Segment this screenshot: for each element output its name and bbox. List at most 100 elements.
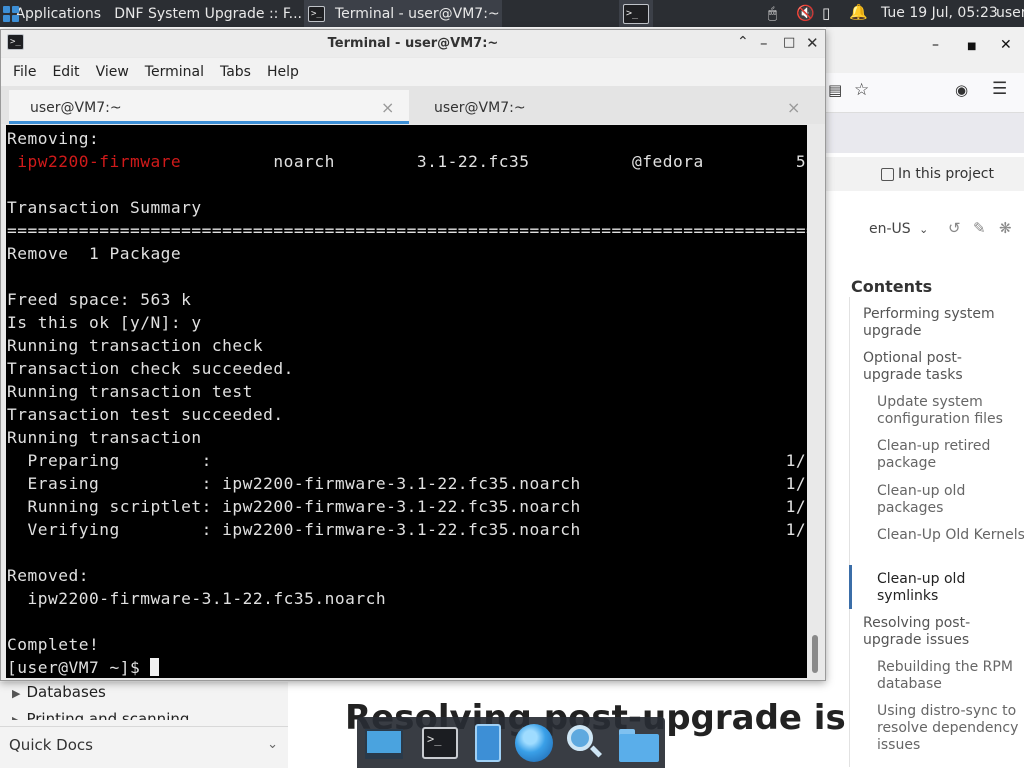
minimize-icon[interactable]: – [932, 37, 939, 53]
sidebar-item-label: Databases [26, 683, 106, 701]
scrollbar-thumb[interactable] [812, 635, 818, 673]
toc-item[interactable]: Performing system upgrade [863, 306, 1013, 340]
volume-muted-icon[interactable]: 🔇 [796, 4, 815, 22]
terminal-output[interactable]: Removing: ipw2200-firmware noarch 3.1-22… [6, 125, 807, 678]
clock[interactable]: Tue 19 Jul, 05:23 [881, 5, 998, 21]
terminal-tabbar: user@VM7:~ × user@VM7:~ × [1, 86, 825, 124]
maximize-icon[interactable]: □ [783, 35, 795, 50]
toc-item[interactable]: Rebuilding the RPM database [877, 659, 1024, 693]
close-icon[interactable]: ✕ [1000, 37, 1012, 53]
terminal-menubar: File Edit View Terminal Tabs Help [1, 58, 825, 86]
terminal-line: ipw2200-firmware-3.1-22.fc35.noarch [7, 589, 387, 608]
taskbar-item-label: DNF System Upgrade :: F... [114, 5, 302, 22]
edit-icon[interactable]: ✎ [973, 219, 986, 237]
in-project-checkbox[interactable]: In this project [826, 157, 1024, 191]
web-browser-icon[interactable] [513, 723, 553, 763]
toc-item[interactable]: Optional post-upgrade tasks [863, 350, 1013, 384]
menu-icon[interactable]: ☰ [992, 79, 1007, 99]
toc-item[interactable]: Resolving post-upgrade issues [863, 615, 1013, 649]
sidebar-item-databases[interactable]: ▶ Databases [12, 683, 106, 701]
history-icon[interactable]: ↺ [948, 219, 961, 237]
network-icon[interactable]: 🖱 [768, 4, 777, 22]
show-desktop-icon[interactable] [363, 723, 403, 763]
taskbar-item-firefox[interactable]: DNF System Upgrade :: F... [104, 0, 302, 27]
firefox-titlebar: – ■ ✕ [826, 27, 1024, 73]
toc-item[interactable]: Using distro-sync to resolve dependency … [877, 703, 1024, 754]
close-tab-icon[interactable]: × [787, 98, 800, 117]
terminal-line: Transaction test succeeded. [7, 405, 284, 424]
bug-icon[interactable]: ❋ [999, 219, 1012, 237]
close-icon[interactable]: ✕ [806, 34, 819, 52]
toc-item[interactable]: Clean-up retired package [877, 438, 1024, 472]
notification-bell-icon[interactable]: 🔔 [849, 3, 868, 21]
terminal-tab[interactable]: user@VM7:~ × [411, 90, 811, 124]
terminal-launcher-icon[interactable]: >_ [419, 723, 459, 763]
terminal-titlebar[interactable]: >_ Terminal - user@VM7:~ ⌃ – □ ✕ [1, 30, 825, 57]
terminal-line: Complete! [7, 635, 100, 654]
file-manager-panel-icon[interactable] [467, 723, 507, 763]
contents-title: Contents [851, 277, 933, 296]
terminal-line: Running scriptlet: ipw2200-firmware-3.1-… [7, 497, 807, 516]
taskbar-item-terminal[interactable]: >_ Terminal - user@VM7:~ [304, 0, 502, 27]
language-label: en-US [869, 221, 911, 237]
close-tab-icon[interactable]: × [381, 98, 394, 117]
folder-icon[interactable] [617, 723, 659, 763]
checkbox-icon[interactable] [880, 167, 894, 181]
chevron-down-icon: ⌄ [919, 223, 929, 236]
terminal-cursor [150, 658, 160, 676]
menu-help[interactable]: Help [267, 64, 299, 80]
terminal-line: Transaction Summary [7, 198, 202, 217]
toc-item[interactable]: Update system configuration files [877, 394, 1024, 428]
workspace-switcher[interactable]: >_ [619, 0, 653, 27]
menu-view[interactable]: View [96, 64, 129, 80]
battery-icon[interactable]: ▯ [822, 4, 830, 22]
terminal-window: >_ Terminal - user@VM7:~ ⌃ – □ ✕ File Ed… [0, 29, 826, 681]
firefox-window: – ■ ✕ ▤ ☆ ◉ ☰ In this project en-US ⌄ ↺ … [826, 27, 1024, 768]
terminal-line: ipw2200-firmware noarch 3.1-22.fc35 @fed… [17, 152, 807, 171]
reader-view-icon[interactable]: ▤ [828, 81, 842, 99]
tab-label: user@VM7:~ [30, 100, 122, 116]
terminal-line: Verifying : ipw2200-firmware-3.1-22.fc35… [7, 520, 807, 539]
terminal-line: Is this ok [y/N]: y [7, 313, 202, 332]
tab-label: user@VM7:~ [434, 100, 526, 116]
sidebar-item-label: Printing and scanning [26, 710, 190, 720]
dock: >_ [357, 717, 665, 768]
toc-item-current[interactable]: Clean-up old symlinks [877, 571, 1024, 605]
terminal-lines: Removing: ipw2200-firmware noarch 3.1-22… [7, 127, 807, 678]
terminal-line: Running transaction test [7, 382, 253, 401]
terminal-tab-active[interactable]: user@VM7:~ × [9, 90, 409, 124]
minimize-icon[interactable]: – [760, 34, 768, 52]
taskbar-item-label: Terminal - user@VM7:~ [335, 5, 500, 22]
window-title: Terminal - user@VM7:~ [327, 36, 499, 51]
terminal-line: Erasing : ipw2200-firmware-3.1-22.fc35.n… [7, 474, 807, 493]
menu-tabs[interactable]: Tabs [220, 64, 251, 80]
quick-docs-selector[interactable]: Quick Docs ⌄ [0, 726, 288, 762]
chevron-down-icon: ⌄ [267, 737, 278, 752]
menu-edit[interactable]: Edit [52, 64, 79, 80]
package-name-highlight: ipw2200-firmware [17, 152, 182, 171]
firefox-toolbar: ▤ ☆ ◉ ☰ [826, 73, 1024, 113]
applications-menu[interactable]: Applications [3, 0, 101, 27]
terminal-icon: >_ [308, 5, 325, 22]
search-icon[interactable] [563, 723, 603, 763]
sidebar-item-printing[interactable]: ▶ Printing and scanning [12, 710, 189, 720]
bookmark-star-icon[interactable]: ☆ [854, 80, 869, 100]
toc-item[interactable]: Clean-up old packages [877, 483, 1024, 517]
pocket-icon[interactable]: ◉ [955, 81, 968, 99]
shade-icon[interactable]: ⌃ [737, 34, 749, 50]
maximize-icon[interactable]: ■ [967, 41, 976, 52]
toc-active-indicator [849, 565, 852, 609]
caret-right-icon: ▶ [12, 714, 20, 720]
menu-terminal[interactable]: Terminal [145, 64, 204, 80]
terminal-line: Freed space: 563 k [7, 290, 192, 309]
menu-file[interactable]: File [13, 64, 36, 80]
terminal-scrollbar[interactable] [809, 125, 823, 678]
terminal-line: Transaction check succeeded. [7, 359, 294, 378]
language-selector[interactable]: en-US ⌄ [869, 221, 928, 237]
docs-sidebar: ▶ Databases ▶ Printing and scanning Quick … [0, 682, 288, 768]
toc-item[interactable]: Clean-Up Old Kernels [877, 527, 1024, 544]
user-menu[interactable]: user [996, 5, 1024, 21]
